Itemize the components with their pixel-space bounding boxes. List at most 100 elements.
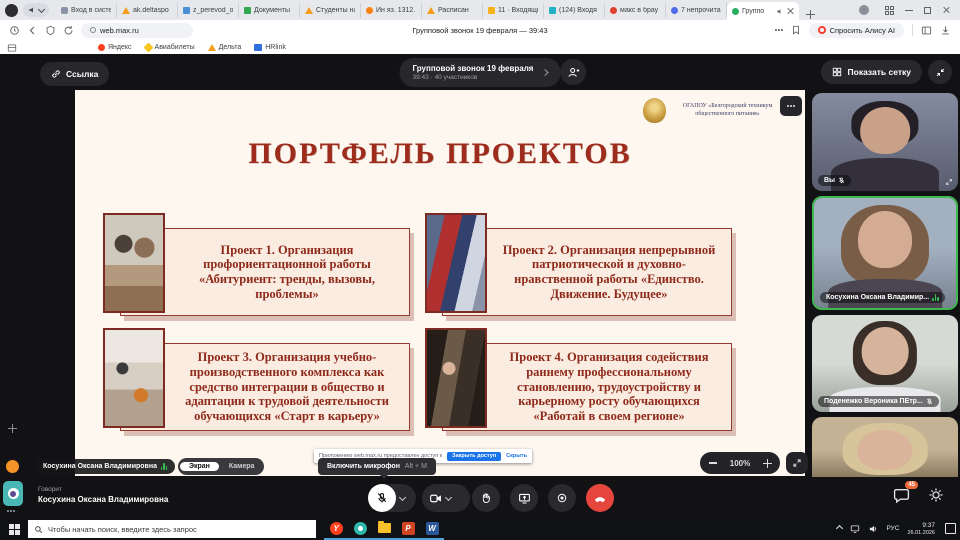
minimize-icon[interactable] [905,10,913,11]
sidebar-panel-icon[interactable] [921,25,932,36]
sidebar-more-icon[interactable] [7,510,15,512]
language-indicator[interactable]: РУС [886,525,899,532]
more-icon[interactable] [775,29,783,31]
maximize-icon[interactable] [924,7,931,14]
camera-icon[interactable] [429,492,442,505]
hide-banner-button[interactable]: Скрыть [506,453,527,459]
download-icon[interactable] [940,25,951,36]
hang-up-button[interactable] [586,484,614,512]
tab-speaker-icon[interactable] [776,8,783,15]
hangup-phone-icon [593,491,607,505]
browser-tab[interactable]: Расписан [422,3,483,18]
bookmark-delta[interactable]: Дельта [208,44,242,51]
call-title-pill[interactable]: Групповой звонок 19 февраля 39:43 · 40 у… [400,58,561,87]
taskbar-app-word[interactable]: W [420,518,444,540]
browser-tab-active[interactable]: Группо [727,2,799,20]
action-center-icon[interactable] [945,523,956,534]
browser-tab[interactable]: (124) Входя [544,3,605,18]
bookmark-yandex[interactable]: Яндекс [98,44,132,51]
taskbar-app-explorer[interactable] [372,518,396,540]
speaker-icon[interactable] [868,524,878,534]
share-more-button[interactable] [780,96,802,116]
taskbar-clock[interactable]: 9:37 26.01.2026 [907,522,935,536]
tab-audio-control[interactable] [23,3,49,17]
participant-tile-podenezhko[interactable]: Поденежко Вероника ПЕтр... [812,315,958,412]
project-2-photo [425,213,487,313]
tab-favicon [61,7,68,14]
back-icon[interactable] [27,25,38,36]
browser-tab[interactable]: макс в брау [605,3,666,18]
add-participant-button[interactable] [560,59,586,85]
browser-tab[interactable]: Вход в систе [56,3,117,18]
record-button[interactable] [548,484,576,512]
zoom-in-button[interactable] [763,459,771,467]
call-area: Ссылка Групповой звонок 19 февраля 39:43… [0,54,960,518]
close-icon[interactable] [942,6,950,14]
bookmark-hrlink[interactable]: HRlink [254,44,286,51]
fullscreen-button[interactable] [786,452,808,474]
sidebar-emoji-icon[interactable] [6,460,19,473]
participant-tile-you[interactable]: Вы [812,93,958,191]
tab-panel-icon[interactable] [885,6,894,15]
taskbar-search-input[interactable] [48,525,310,534]
video-feed [812,417,958,477]
participant-tile-kosukhina[interactable]: Косухина Оксана Владимир... [812,196,958,310]
raise-hand-button[interactable] [472,484,500,512]
start-button[interactable] [0,518,28,540]
participant-tile-4[interactable] [812,417,958,477]
red-app-icon [610,7,617,14]
tray-expand-icon[interactable] [836,525,843,532]
folder-icon [183,7,190,14]
mic-options-chevron-icon[interactable] [399,493,406,500]
browser-tab[interactable]: ak.deltaspo [117,3,178,18]
show-grid-button[interactable]: Показать сетку [821,60,922,84]
extension-icon[interactable] [859,5,869,15]
expand-icon [792,458,802,468]
display-icon[interactable] [850,524,860,534]
participant-name: Вы [824,177,835,184]
tab-close-icon[interactable] [786,7,794,15]
history-clock-icon[interactable] [9,25,20,36]
tile-expand-icon[interactable] [945,178,953,186]
refresh-icon[interactable] [63,25,74,36]
alice-ai-button[interactable]: Спросить Алису AI [809,23,904,38]
source-screen-tab[interactable]: Экран [180,462,219,471]
url-field[interactable]: web.max.ru [81,23,193,38]
sidebar-add-icon[interactable] [8,424,17,433]
participant-label: Поденежко Вероника ПЕтр... [818,396,939,407]
speaking-name: Косухина Оксана Владимировна [38,495,168,504]
zoom-out-button[interactable] [709,462,717,463]
participant-name: Поденежко Вероника ПЕтр... [824,398,923,405]
taskbar-app-max[interactable] [348,518,372,540]
stop-sharing-button[interactable]: Закрыть доступ [447,452,501,461]
browser-tab[interactable]: Документы [239,3,300,18]
tab-title: Студенты на [316,7,355,14]
collapse-view-button[interactable] [928,60,952,84]
share-screen-button[interactable] [510,484,538,512]
taskbar-app-powerpoint[interactable]: P [396,518,420,540]
source-camera-tab[interactable]: Камера [221,462,263,471]
hand-icon [480,492,492,504]
copy-link-button[interactable]: Ссылка [40,62,109,86]
panels-icon[interactable] [7,43,17,53]
settings-button[interactable] [928,487,944,503]
clock-time: 9:37 [922,522,935,530]
camera-options-chevron-icon[interactable] [445,493,452,500]
sidebar-app-icon[interactable] [3,481,23,506]
browser-menu-icon[interactable] [5,4,18,17]
browser-tab[interactable]: Студенты на [300,3,361,18]
browser-tab[interactable]: 7 непрочита [666,3,727,18]
browser-tab[interactable]: z_perevod_o [178,3,239,18]
shield-icon[interactable] [45,25,56,36]
taskbar-app-yandex-browser[interactable]: Y [324,518,348,540]
chat-button[interactable]: 45 [893,487,910,504]
mic-toggle-button[interactable] [368,484,396,512]
call-control-bar: Говорит Косухина Оксана Владимировна [0,478,960,518]
bookmark-aviabilety[interactable]: Авиабилеты [145,44,195,51]
taskbar-search[interactable] [28,520,316,538]
browser-tab[interactable]: Ин яз. 1312. [361,3,422,18]
browser-tab[interactable]: 11 · Входящи [483,3,544,18]
chat-badge: 45 [905,481,918,489]
bookmark-icon[interactable] [791,25,801,35]
tab-title: ak.deltaspo [133,7,172,14]
